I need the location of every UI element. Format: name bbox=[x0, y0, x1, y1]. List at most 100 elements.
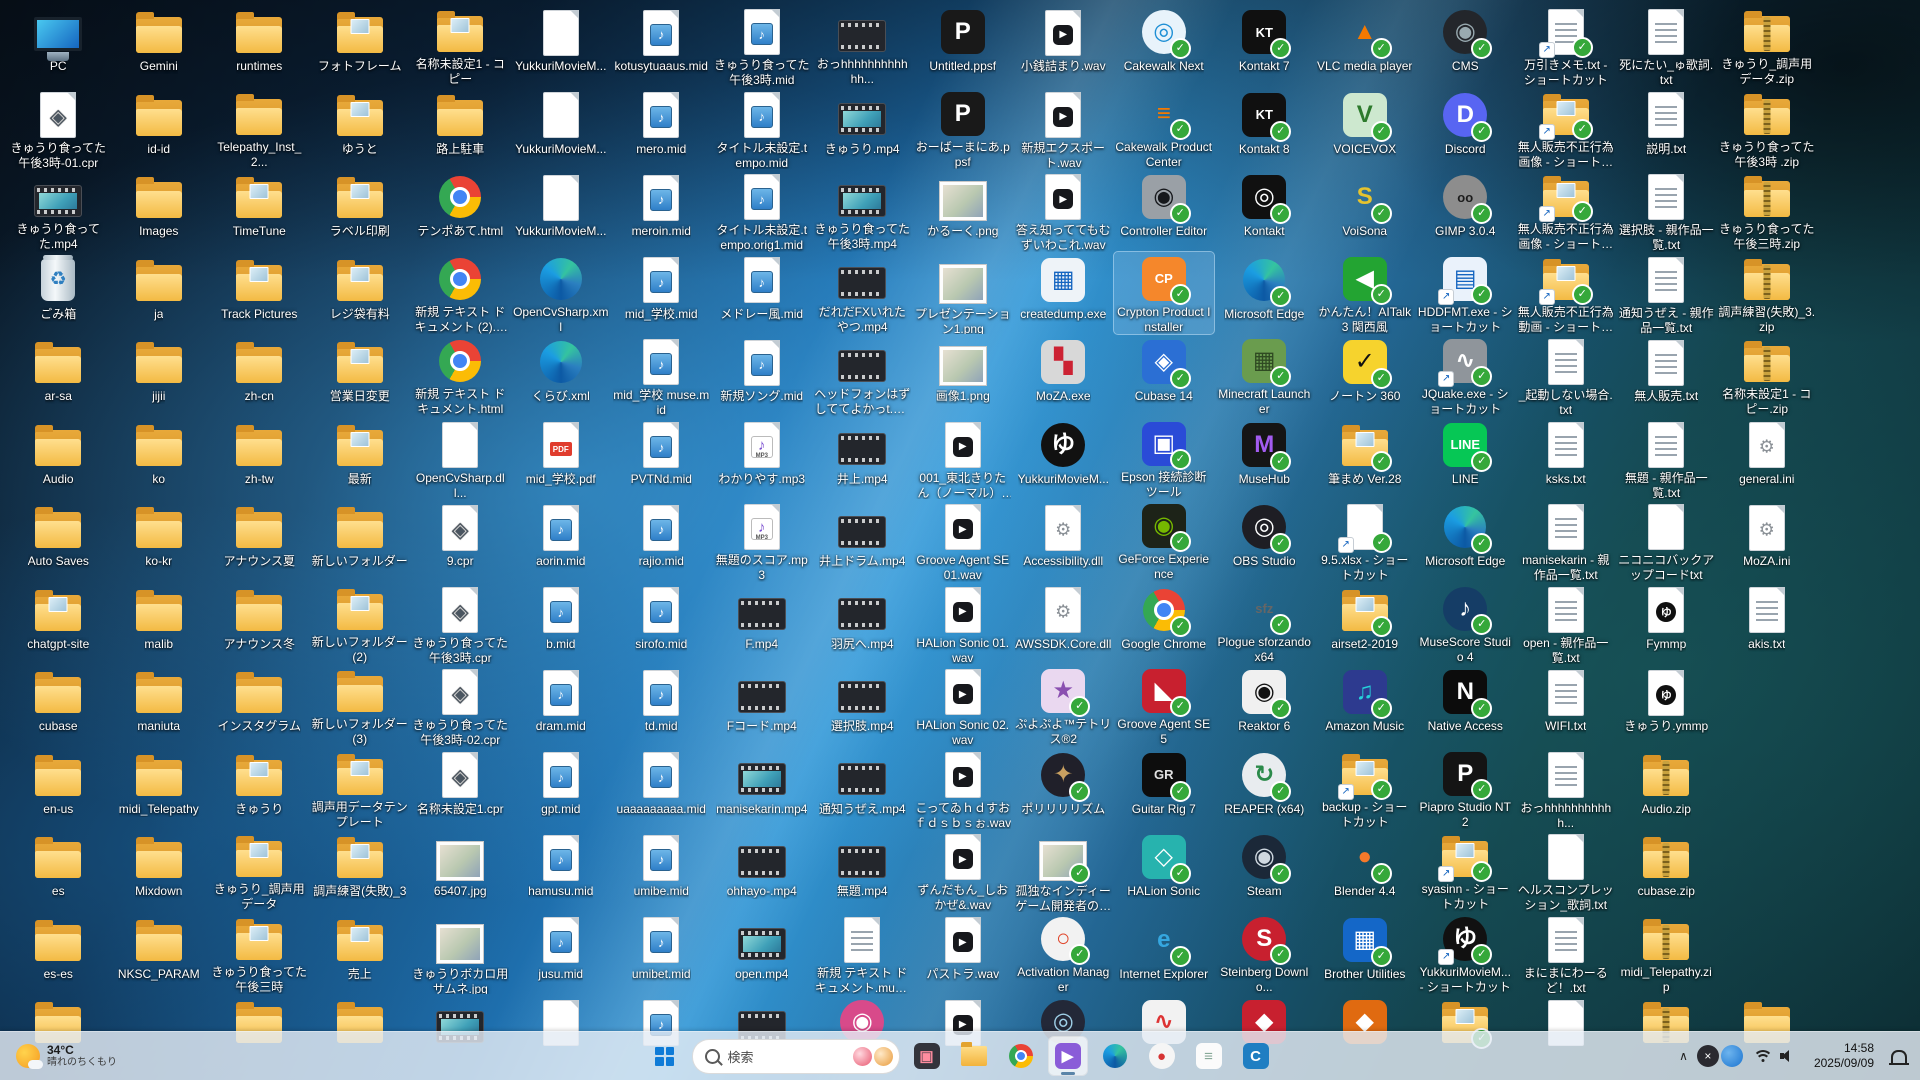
desktop-icon[interactable]: ✓↗無人販売不正行為動画 - ショートカット bbox=[1516, 252, 1617, 335]
network-volume-button[interactable] bbox=[1745, 1042, 1803, 1071]
desktop-icon[interactable]: ♪hamusu.mid bbox=[511, 829, 612, 912]
desktop-icon[interactable]: ◈きゅうり食ってた午後3時-02.cpr bbox=[410, 664, 511, 747]
desktop-icon[interactable]: TimeTune bbox=[209, 169, 310, 252]
desktop-icon[interactable]: ◈きゅうり食ってた午後3時.cpr bbox=[410, 582, 511, 665]
desktop-icon[interactable]: cubase bbox=[8, 664, 109, 747]
desktop-icon[interactable]: Auto Saves bbox=[8, 499, 109, 582]
desktop-icon[interactable]: 名称未設定1 - コピー bbox=[410, 4, 511, 87]
desktop-icon[interactable]: きゅうり食ってた午後三時.zip bbox=[1717, 169, 1818, 252]
desktop-icon[interactable]: 無題 - 親作品一覧.txt bbox=[1616, 417, 1717, 500]
desktop-icon[interactable]: ヘッドフォンはずしててよかっt.mp4 bbox=[812, 334, 913, 417]
desktop-icon[interactable]: Telepathy_Inst_2... bbox=[209, 87, 310, 170]
desktop-icon[interactable]: ♪rajio.mid bbox=[611, 499, 712, 582]
desktop-icon[interactable]: ◉✓Steam bbox=[1214, 829, 1315, 912]
desktop-icon[interactable]: ✓Microsoft Edge bbox=[1214, 252, 1315, 335]
desktop-icon[interactable]: Fコード.mp4 bbox=[712, 664, 813, 747]
desktop-icon[interactable]: oo✓GIMP 3.0.4 bbox=[1415, 169, 1516, 252]
desktop-icon[interactable]: P✓Piapro Studio NT2 bbox=[1415, 747, 1516, 830]
desktop-icon[interactable]: きゅうり食ってた午後三時 bbox=[209, 912, 310, 995]
desktop-icon[interactable]: ✓↗syasinn - ショートカット bbox=[1415, 829, 1516, 912]
desktop-icon[interactable]: ♪きゅうり食ってた午後3時.mid bbox=[712, 4, 813, 87]
desktop-icon[interactable]: きゅうり_調声用データ.zip bbox=[1717, 4, 1818, 87]
desktop-icon[interactable]: ♪jusu.mid bbox=[511, 912, 612, 995]
desktop-icon[interactable]: ♪MP3無題のスコア.mp3 bbox=[712, 499, 813, 582]
desktop-icon[interactable]: GR✓Guitar Rig 7 bbox=[1114, 747, 1215, 830]
desktop-icon[interactable]: ♪gpt.mid bbox=[511, 747, 612, 830]
desktop-icon[interactable]: ko-kr bbox=[109, 499, 210, 582]
desktop-icon[interactable]: S✓VoiSona bbox=[1315, 169, 1416, 252]
desktop-icon[interactable]: ゆFymmp bbox=[1616, 582, 1717, 665]
desktop-icon[interactable]: ▲✓VLC media player bbox=[1315, 4, 1416, 87]
desktop-icon[interactable]: LINE✓LINE bbox=[1415, 417, 1516, 500]
desktop-icon[interactable]: 井上.mp4 bbox=[812, 417, 913, 500]
desktop-icon[interactable]: ✓↗9.5.xlsx - ショートカット bbox=[1315, 499, 1416, 582]
desktop-icon[interactable]: おっhhhhhhhhhhh... bbox=[1516, 747, 1617, 830]
taskbar-app-music-app[interactable]: C bbox=[1236, 1036, 1276, 1076]
desktop-icon[interactable]: Audio.zip bbox=[1616, 747, 1717, 830]
desktop-icon[interactable]: id-id bbox=[109, 87, 210, 170]
desktop-icon[interactable]: ◣✓Groove Agent SE 5 bbox=[1114, 664, 1215, 747]
tray-blue-icon[interactable] bbox=[1721, 1045, 1743, 1067]
desktop-icon[interactable]: ▤✓↗HDDFMT.exe - ショートカット bbox=[1415, 252, 1516, 335]
desktop-icon[interactable]: ja bbox=[109, 252, 210, 335]
desktop-icon[interactable]: ○✓Activation Manager bbox=[1013, 912, 1114, 995]
desktop-icon[interactable]: ●✓Blender 4.4 bbox=[1315, 829, 1416, 912]
clock-button[interactable]: 14:58 2025/09/09 bbox=[1805, 1037, 1883, 1075]
desktop-icon[interactable]: きゅうり食ってた午後3時 .zip bbox=[1717, 87, 1818, 170]
desktop-icon[interactable]: ♪kotusytuaaus.mid bbox=[611, 4, 712, 87]
desktop-icon[interactable]: ▶HALion Sonic 01.wav bbox=[913, 582, 1014, 665]
desktop-icon[interactable]: WIFI.txt bbox=[1516, 664, 1617, 747]
desktop-icon[interactable]: YukkuriMovieM... bbox=[511, 87, 612, 170]
desktop-icon[interactable]: ゆうと bbox=[310, 87, 411, 170]
taskbar-app-recorder-app[interactable]: ● bbox=[1142, 1036, 1182, 1076]
desktop-icon[interactable]: 選択肢 - 親作品一覧.txt bbox=[1616, 169, 1717, 252]
desktop-icon[interactable]: きゅうり食ってた午後3時.mp4 bbox=[812, 169, 913, 252]
desktop-icon[interactable]: 新しいフォルダー (2) bbox=[310, 582, 411, 665]
desktop-icon[interactable]: ▦createdump.exe bbox=[1013, 252, 1114, 335]
desktop-icon[interactable]: KT✓Kontakt 8 bbox=[1214, 87, 1315, 170]
desktop-icon[interactable]: くらび.xml bbox=[511, 334, 612, 417]
desktop-icon[interactable]: malib bbox=[109, 582, 210, 665]
desktop-icon[interactable]: テンポあて.html bbox=[410, 169, 511, 252]
desktop-icon[interactable]: N✓Native Access bbox=[1415, 664, 1516, 747]
desktop-icon[interactable]: ✓筆まめ Ver.28 bbox=[1315, 417, 1416, 500]
desktop-icon[interactable]: KT✓Kontakt 7 bbox=[1214, 4, 1315, 87]
desktop-icon[interactable]: ⚙MoZA.ini bbox=[1717, 499, 1818, 582]
desktop-icon[interactable]: ▦✓Brother Utilities bbox=[1315, 912, 1416, 995]
desktop-icon[interactable]: ✓airset2-2019 bbox=[1315, 582, 1416, 665]
desktop-icon[interactable]: 営業日変更 bbox=[310, 334, 411, 417]
desktop-icon[interactable]: ♪新規ソング.mid bbox=[712, 334, 813, 417]
hidden-icons-chevron[interactable]: ∧ bbox=[1672, 1041, 1695, 1071]
desktop-icon[interactable]: 65407.jpg bbox=[410, 829, 511, 912]
desktop-icon[interactable]: ksks.txt bbox=[1516, 417, 1617, 500]
desktop-icon[interactable]: ⚙general.ini bbox=[1717, 417, 1818, 500]
desktop-icon[interactable]: ohhayo-.mp4 bbox=[712, 829, 813, 912]
desktop-icon[interactable]: jijii bbox=[109, 334, 210, 417]
tray-x-icon[interactable]: × bbox=[1697, 1045, 1719, 1067]
desktop-icon[interactable]: ♪メドレー風.mid bbox=[712, 252, 813, 335]
desktop-icon[interactable]: runtimes bbox=[209, 4, 310, 87]
desktop-icon[interactable]: 説明.txt bbox=[1616, 87, 1717, 170]
desktop-icon[interactable]: ▶パストラ.wav bbox=[913, 912, 1014, 995]
desktop-icon[interactable]: 新しいフォルダー bbox=[310, 499, 411, 582]
desktop-icon[interactable]: きゅうり bbox=[209, 747, 310, 830]
desktop-icon[interactable]: ♻ごみ箱 bbox=[8, 252, 109, 335]
taskbar-app-file-explorer[interactable] bbox=[954, 1036, 994, 1076]
desktop-icon[interactable]: ♪sirofo.mid bbox=[611, 582, 712, 665]
desktop-icon[interactable]: midi_Telepathy.zip bbox=[1616, 912, 1717, 995]
desktop-icon[interactable]: 羽尻へ.mp4 bbox=[812, 582, 913, 665]
taskbar-app-game-app[interactable]: ▣ bbox=[907, 1036, 947, 1076]
desktop-icon[interactable]: だれだFXいれたやつ.mp4 bbox=[812, 252, 913, 335]
desktop-icon[interactable]: en-us bbox=[8, 747, 109, 830]
desktop-icon[interactable]: ◎✓OBS Studio bbox=[1214, 499, 1315, 582]
desktop-icon[interactable]: アナウンス冬 bbox=[209, 582, 310, 665]
desktop-icon[interactable]: ⚙Accessibility.dll bbox=[1013, 499, 1114, 582]
desktop-icon[interactable]: かるーく.png bbox=[913, 169, 1014, 252]
weather-widget-button[interactable]: 34°C 晴れのちくもり bbox=[6, 1032, 127, 1080]
taskbar-app-media-app[interactable]: ▶ bbox=[1048, 1036, 1088, 1076]
desktop-icon[interactable]: きゅうり_調声用データ bbox=[209, 829, 310, 912]
desktop-icon[interactable]: midi_Telepathy bbox=[109, 747, 210, 830]
desktop-icon[interactable]: 通知うぜえ - 親作品一覧.txt bbox=[1616, 252, 1717, 335]
desktop-icon[interactable]: ♪aorin.mid bbox=[511, 499, 612, 582]
desktop-icon[interactable]: Mixdown bbox=[109, 829, 210, 912]
